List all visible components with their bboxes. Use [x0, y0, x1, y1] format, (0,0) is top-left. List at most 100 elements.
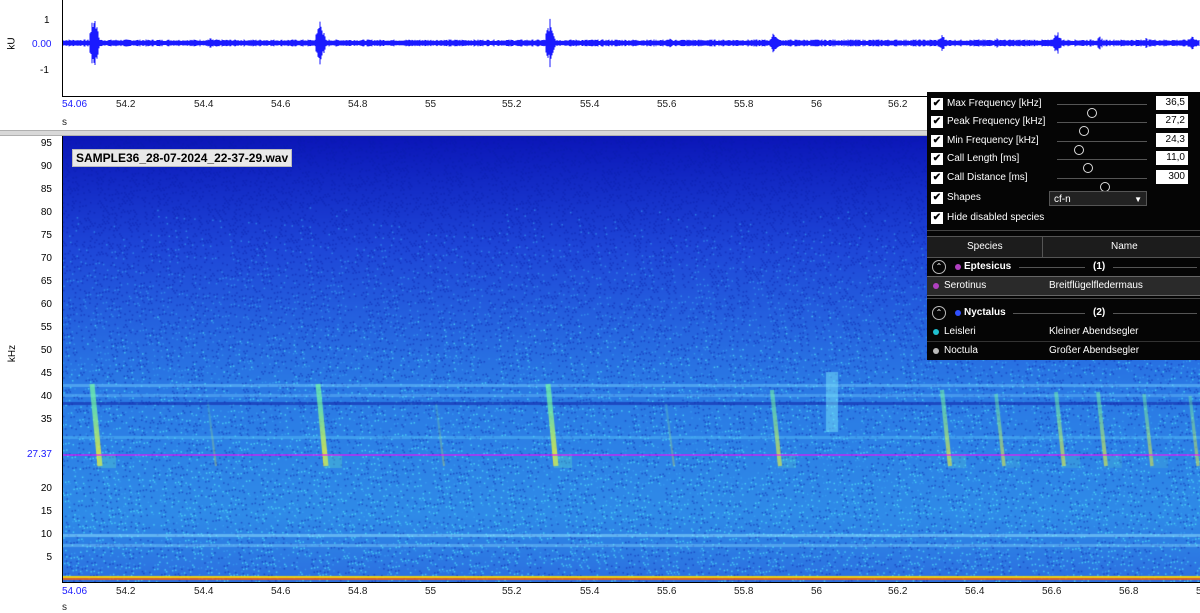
shapes-label: Shapes — [947, 192, 981, 203]
species-row[interactable]: Noctula Großer Abendsegler — [927, 342, 1200, 360]
group-color-dot — [955, 264, 961, 270]
shapes-dropdown[interactable]: cf-n ▼ — [1049, 191, 1147, 206]
max-frequency-checkbox[interactable]: ✔ — [931, 98, 943, 110]
species-color-dot — [933, 283, 939, 289]
filter-peak-frequency: ✔ Peak Frequency [kHz] 27,2 — [927, 113, 1200, 136]
x-tick-label: 55 — [425, 586, 437, 597]
hide-disabled-checkbox[interactable]: ✔ — [931, 212, 943, 224]
x-tick-label: 55 — [425, 99, 437, 110]
group-count: (1) — [1093, 261, 1106, 272]
x-tick-label: 55.4 — [580, 586, 600, 597]
spectrogram-y-axis — [62, 136, 63, 582]
group-line — [1013, 313, 1085, 314]
x-tick-label: 54.06 — [62, 586, 88, 597]
max-frequency-value[interactable]: 36,5 — [1156, 96, 1188, 110]
column-name[interactable]: Name — [1111, 241, 1138, 252]
call-length-label: Call Length [ms] — [947, 153, 1020, 164]
species-common-name: Breitflügelfledermaus — [1049, 280, 1143, 291]
waveform-y-tick: -1 — [40, 65, 49, 76]
filter-max-frequency: ✔ Max Frequency [kHz] 36,5 — [927, 95, 1200, 118]
group-name: Eptesicus — [964, 261, 1012, 272]
filter-call-distance: ✔ Call Distance [ms] 300 — [927, 169, 1200, 192]
species-common-name: Großer Abendsegler — [1049, 345, 1140, 356]
group-name: Nyctalus — [964, 307, 1006, 318]
min-frequency-value[interactable]: 24,3 — [1156, 133, 1188, 147]
y-tick-label: 20 — [40, 483, 52, 494]
call-distance-checkbox[interactable]: ✔ — [931, 172, 943, 184]
shapes-checkbox[interactable]: ✔ — [931, 192, 943, 204]
collapse-icon[interactable]: ⌃ — [932, 306, 946, 320]
collapse-icon[interactable]: ⌃ — [932, 260, 946, 274]
y-tick-label: 45 — [40, 368, 52, 379]
call-distance-slider[interactable] — [1057, 178, 1147, 192]
shapes-selected-value: cf-n — [1054, 194, 1071, 205]
waveform-trace — [62, 18, 1200, 68]
call-length-slider[interactable] — [1057, 159, 1147, 173]
peak-frequency-label: Peak Frequency [kHz] — [947, 116, 1046, 127]
x-tick-label: 55.8 — [734, 586, 754, 597]
column-separator — [1042, 237, 1043, 257]
column-species[interactable]: Species — [967, 241, 1003, 252]
x-tick-label: 54.2 — [116, 99, 136, 110]
min-frequency-label: Min Frequency [kHz] — [947, 135, 1039, 146]
call-distance-value[interactable]: 300 — [1156, 170, 1188, 184]
y-tick-label: 60 — [40, 299, 52, 310]
waveform-plot[interactable] — [62, 0, 1200, 96]
x-tick-label: 56 — [811, 586, 823, 597]
filter-hide-disabled: ✔ Hide disabled species — [927, 209, 1200, 227]
species-color-dot — [933, 329, 939, 335]
y-tick-label: 40 — [40, 391, 52, 402]
peak-frequency-value[interactable]: 27,2 — [1156, 114, 1188, 128]
y-tick-label: 27.37 — [26, 449, 52, 460]
filter-call-length: ✔ Call Length [ms] 11,0 — [927, 150, 1200, 173]
y-tick-label: 85 — [40, 184, 52, 195]
x-tick-label: 54.8 — [348, 586, 368, 597]
x-tick-label: 56.2 — [888, 99, 908, 110]
y-tick-label: 70 — [40, 253, 52, 264]
group-line — [1113, 267, 1197, 268]
x-tick-label: 54.2 — [116, 586, 136, 597]
waveform-y-tick: 1 — [44, 15, 50, 26]
spectrogram-x-axis — [62, 582, 1200, 583]
species-row[interactable]: Serotinus Breitflügelfledermaus — [927, 276, 1200, 296]
filter-min-frequency: ✔ Min Frequency [kHz] 24,3 — [927, 132, 1200, 155]
species-table-header: Species Name — [927, 236, 1200, 258]
x-tick-label: 55.6 — [657, 99, 677, 110]
panel-divider — [927, 298, 1200, 299]
group-nyctalus[interactable]: ⌃ Nyctalus (2) — [927, 304, 1200, 322]
group-eptesicus[interactable]: ⌃ Eptesicus (1) — [927, 258, 1200, 276]
x-tick-label: 54.4 — [194, 99, 214, 110]
waveform-y-axis — [62, 0, 63, 96]
waveform-x-unit: s — [62, 117, 67, 128]
call-length-value[interactable]: 11,0 — [1156, 151, 1188, 165]
peak-frequency-checkbox[interactable]: ✔ — [931, 116, 943, 128]
chevron-down-icon: ▼ — [1134, 195, 1142, 204]
x-tick-label: 56 — [811, 99, 823, 110]
species-row[interactable]: Leisleri Kleiner Abendsegler — [927, 323, 1200, 341]
max-frequency-label: Max Frequency [kHz] — [947, 98, 1042, 109]
call-length-checkbox[interactable]: ✔ — [931, 153, 943, 165]
group-count: (2) — [1093, 307, 1106, 318]
min-frequency-slider[interactable] — [1057, 141, 1147, 155]
y-tick-label: 90 — [40, 161, 52, 172]
file-name-label: SAMPLE36_28-07-2024_22-37-29.wav — [72, 149, 293, 167]
x-tick-label: 54.6 — [271, 99, 291, 110]
max-frequency-slider[interactable] — [1057, 104, 1147, 118]
x-tick-label: 54.8 — [348, 99, 368, 110]
x-tick-label: 54.6 — [271, 586, 291, 597]
x-tick-label: 55.4 — [580, 99, 600, 110]
min-frequency-checkbox[interactable]: ✔ — [931, 135, 943, 147]
hide-disabled-label: Hide disabled species — [947, 212, 1045, 223]
spectrogram-x-unit: s — [62, 602, 67, 613]
y-tick-label: 50 — [40, 345, 52, 356]
y-tick-label: 95 — [40, 138, 52, 149]
y-tick-label: 80 — [40, 207, 52, 218]
species-name: Noctula — [944, 345, 978, 356]
x-tick-label: 55.2 — [502, 99, 522, 110]
peak-frequency-slider[interactable] — [1057, 122, 1147, 136]
species-color-dot — [933, 348, 939, 354]
species-common-name: Kleiner Abendsegler — [1049, 326, 1139, 337]
y-tick-label: 15 — [40, 506, 52, 517]
species-name: Leisleri — [944, 326, 976, 337]
y-tick-label: 10 — [40, 529, 52, 540]
